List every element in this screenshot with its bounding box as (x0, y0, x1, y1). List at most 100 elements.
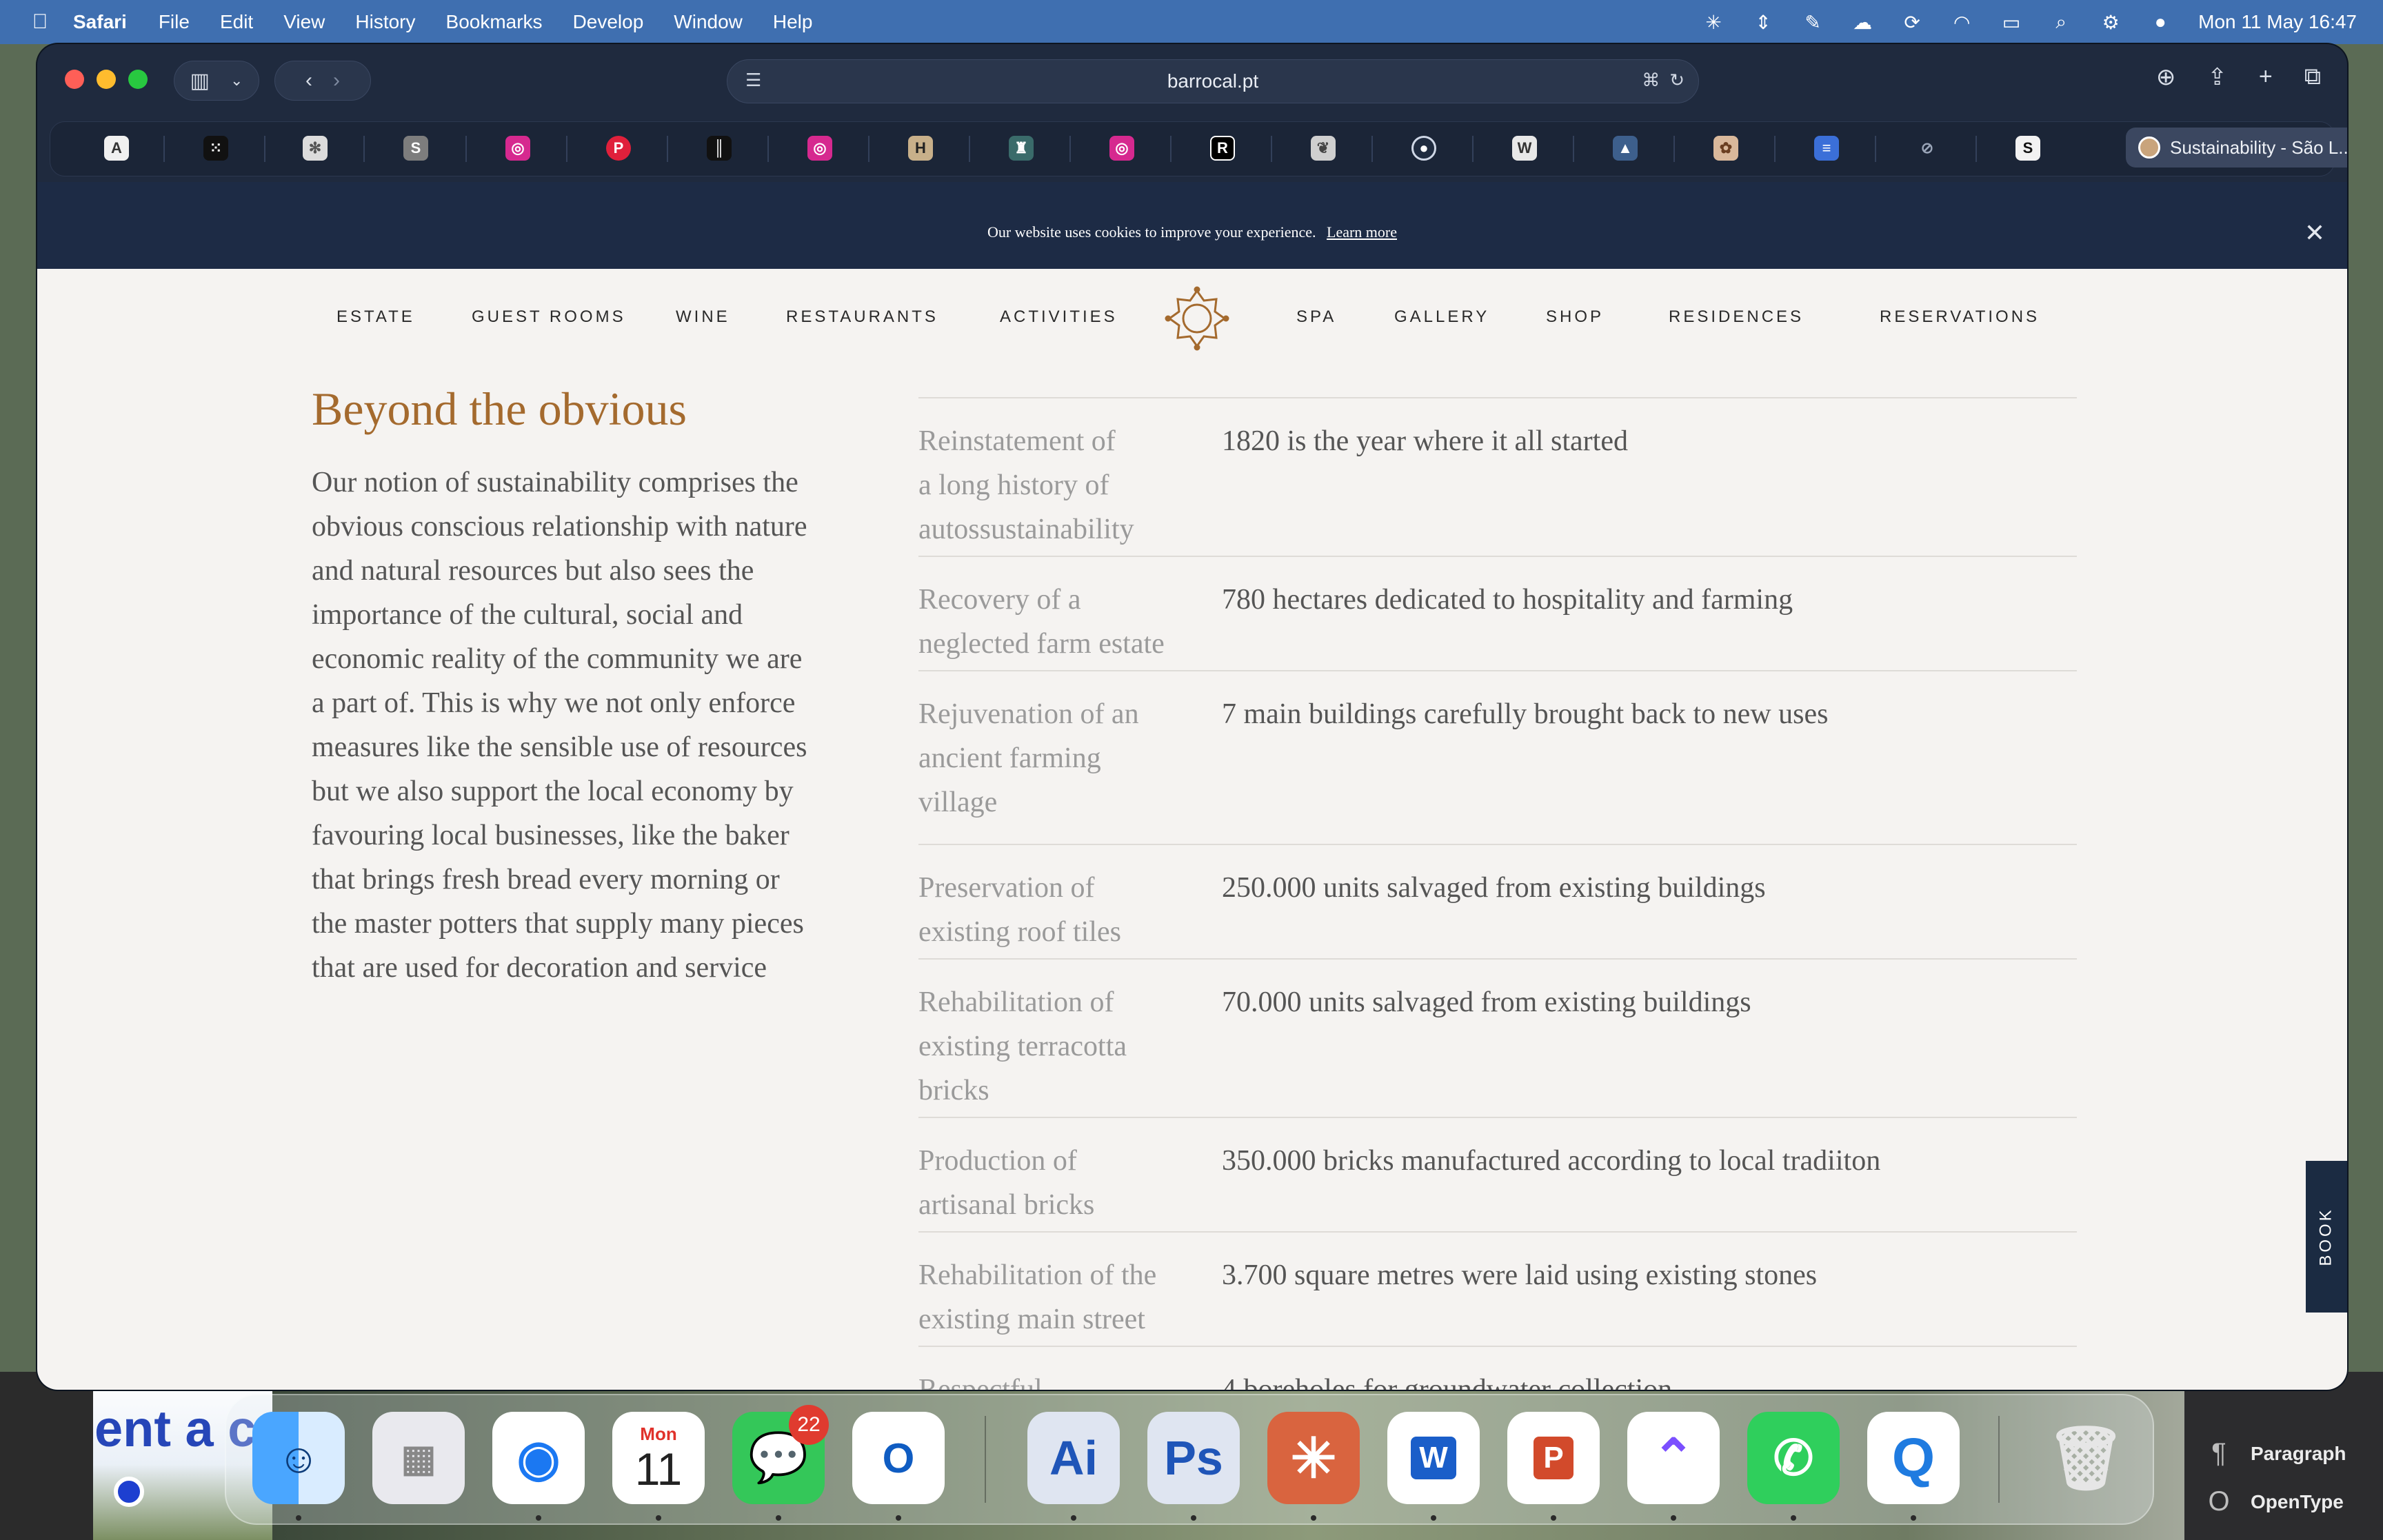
learn-more-link[interactable]: Learn more (1327, 223, 1397, 241)
notes-icon[interactable]: ✎ (1801, 10, 1824, 34)
section-heading: Beyond the obvious (312, 383, 687, 435)
translate-icon[interactable]: ⌘ (1642, 70, 1660, 91)
fact-value: 3.700 square metres were laid using exis… (1222, 1259, 1818, 1291)
menu-history[interactable]: History (355, 11, 415, 33)
whatsapp-icon[interactable]: ✆ (1747, 1412, 1840, 1504)
reload-icon[interactable]: ↻ (1669, 70, 1685, 91)
menu-file[interactable]: File (159, 11, 190, 33)
nav-gallery[interactable]: GALLERY (1394, 307, 1489, 327)
downloads-icon[interactable]: ⊕ (2156, 63, 2176, 91)
fav-tab-13[interactable]: ❦ (1311, 136, 1336, 161)
menu-edit[interactable]: Edit (220, 11, 253, 33)
menu-view[interactable]: View (283, 11, 325, 33)
powerpoint-icon[interactable]: P (1507, 1412, 1600, 1504)
opentype-panel-item[interactable]: O OpenType (2205, 1486, 2343, 1517)
outlook-icon[interactable]: O (852, 1412, 945, 1504)
nav-guest-rooms[interactable]: GUEST ROOMS (472, 307, 626, 327)
fav-tab-15[interactable]: W (1512, 136, 1537, 161)
claude-icon[interactable]: ✳ (1267, 1412, 1360, 1504)
fav-tab-14[interactable]: ● (1411, 136, 1436, 161)
paragraph-panel-item[interactable]: ¶ Paragraph (2205, 1438, 2346, 1469)
fav-tab-4[interactable]: S (403, 136, 428, 161)
nav-spa[interactable]: SPA (1296, 307, 1336, 327)
nav-wine[interactable]: WINE (676, 307, 730, 327)
fact-row: Respectful 4 boreholes for groundwater c… (918, 1346, 2077, 1390)
fact-row: Reinstatement of a long history of autos… (918, 397, 2077, 556)
search-icon[interactable]: ⌕ (2049, 10, 2073, 34)
trash-icon[interactable]: 🗑 (2040, 1412, 2132, 1504)
launchpad-icon[interactable]: ▦ (372, 1412, 465, 1504)
fav-tab-10[interactable]: ♜ (1009, 136, 1034, 161)
fact-row: Rehabilitation of the existing main stre… (918, 1231, 2077, 1346)
control-center-icon[interactable]: ⚙ (2099, 10, 2122, 34)
illustrator-icon[interactable]: Ai (1027, 1412, 1120, 1504)
favorites-bar: A ⁙ ✻ S ◎ P ║ ◎ H ♜ ◎ R ❦ ● W ▲ ✿ ≡ ⊘ S … (37, 117, 2347, 182)
menu-bar:  Safari File Edit View History Bookmark… (0, 0, 2383, 44)
intro-paragraph: Our notion of sustainability comprises t… (312, 467, 807, 984)
battery-icon[interactable]: ▭ (2000, 10, 2023, 34)
zoom-window-button[interactable] (128, 70, 148, 89)
new-tab-icon[interactable]: + (2259, 63, 2273, 91)
sun-icon[interactable]: ✳ (1702, 10, 1725, 34)
word-icon[interactable]: W (1387, 1412, 1480, 1504)
pinterest-icon[interactable]: P (606, 136, 631, 161)
menu-window[interactable]: Window (674, 11, 743, 33)
fav-tab-20[interactable]: S (2015, 136, 2040, 161)
background-app-toolbar (0, 1372, 93, 1540)
fav-tab-17[interactable]: ✿ (1713, 136, 1738, 161)
dock: ☺ ▦ ◉ Mon 11 💬 O Ai Ps ✳ W P ⌃ ✆ Q 🗑 (225, 1394, 2154, 1525)
close-icon[interactable]: ✕ (2304, 219, 2325, 247)
instagram-icon[interactable]: ◎ (1109, 136, 1134, 161)
nav-estate[interactable]: ESTATE (336, 307, 415, 327)
sidebar-toggle-button[interactable]: ▥ ⌄ (174, 61, 259, 101)
nav-reservations[interactable]: RESERVATIONS (1880, 307, 2040, 327)
active-tab[interactable]: Sustainability - São L... (2126, 128, 2347, 168)
title-bar: ▥ ⌄ ‹ › ☰ barrocal.pt ⌘ ↻ ⊕ ⇪ + ⧉ (37, 44, 2347, 120)
close-window-button[interactable] (65, 70, 84, 89)
back-icon[interactable]: ‹ (305, 69, 312, 92)
apple-icon[interactable]:  (26, 10, 54, 34)
fav-tab-1[interactable]: A (104, 136, 129, 161)
instagram-icon[interactable]: ◎ (505, 136, 530, 161)
nav-residences[interactable]: RESIDENCES (1669, 307, 1804, 327)
sync-icon[interactable]: ⟳ (1900, 10, 1924, 34)
nav-activities[interactable]: ACTIVITIES (1000, 307, 1118, 327)
wifi-icon[interactable]: ◠ (1950, 10, 1973, 34)
fav-tab-2[interactable]: ⁙ (203, 136, 228, 161)
minimize-window-button[interactable] (97, 70, 116, 89)
nav-shop[interactable]: SHOP (1546, 307, 1604, 327)
forward-icon[interactable]: › (333, 69, 340, 92)
calendar-icon[interactable]: Mon 11 (612, 1412, 705, 1504)
fav-tab-7[interactable]: ║ (707, 136, 732, 161)
safari-icon[interactable]: ◉ (492, 1412, 585, 1504)
photoshop-icon[interactable]: Ps (1147, 1412, 1240, 1504)
quicktime-icon[interactable]: Q (1867, 1412, 1960, 1504)
url-text: barrocal.pt (1167, 70, 1259, 92)
finder-icon[interactable]: ☺ (252, 1412, 345, 1504)
nav-restaurants[interactable]: RESTAURANTS (786, 307, 938, 327)
menu-clock[interactable]: Mon 11 May 16:47 (2198, 11, 2357, 33)
share-icon[interactable]: ⇪ (2207, 63, 2227, 91)
menu-help[interactable]: Help (773, 11, 813, 33)
compass-icon[interactable]: ⊘ (1915, 136, 1940, 161)
fav-tab-16[interactable]: ▲ (1613, 136, 1638, 161)
cloud-icon[interactable]: ☁ (1851, 10, 1874, 34)
tab-overview-icon[interactable]: ⧉ (2304, 63, 2321, 91)
back-forward-buttons[interactable]: ‹ › (274, 61, 371, 101)
fav-tab-18[interactable]: ≡ (1814, 136, 1839, 161)
menu-develop[interactable]: Develop (573, 11, 644, 33)
fav-tab-3[interactable]: ✻ (303, 136, 328, 161)
fact-value: 70.000 units salvaged from existing buil… (1222, 986, 1751, 1018)
instagram-icon[interactable]: ◎ (807, 136, 832, 161)
siri-icon[interactable]: ● (2149, 10, 2172, 34)
clickup-icon[interactable]: ⌃ (1627, 1412, 1720, 1504)
menu-app-name[interactable]: Safari (73, 11, 127, 33)
fav-tab-9[interactable]: H (908, 136, 933, 161)
menu-bookmarks[interactable]: Bookmarks (446, 11, 543, 33)
status-area: ✳ ⇕ ✎ ☁ ⟳ ◠ ▭ ⌕ ⚙ ● Mon 11 May 16:47 (1702, 0, 2357, 44)
barrocal-logo-icon[interactable] (1164, 285, 1230, 352)
updown-icon[interactable]: ⇕ (1751, 10, 1775, 34)
book-button[interactable]: BOOK (2306, 1161, 2347, 1313)
fav-tab-12[interactable]: R (1210, 136, 1235, 161)
address-bar[interactable]: ☰ barrocal.pt ⌘ ↻ (727, 59, 1699, 103)
